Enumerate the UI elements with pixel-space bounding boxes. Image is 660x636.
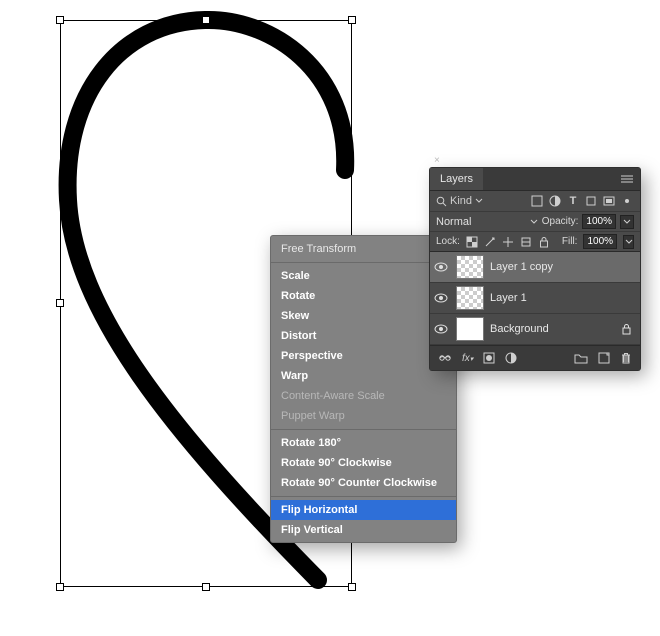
panel-menu-icon[interactable] (620, 174, 634, 184)
menu-item-content-aware-scale: Content-Aware Scale (271, 386, 456, 406)
layer-name[interactable]: Layer 1 (490, 292, 527, 304)
blend-row: Normal Opacity: 100% (430, 211, 640, 231)
menu-item-distort[interactable]: Distort (271, 326, 456, 346)
chevron-down-icon (530, 218, 538, 226)
adjustlayer-icon[interactable] (505, 352, 517, 364)
opacity-value[interactable]: 100% (582, 214, 616, 229)
fill-value[interactable]: 100% (583, 234, 617, 249)
lock-icon[interactable] (621, 323, 632, 335)
menu-item-puppet-warp: Puppet Warp (271, 406, 456, 426)
link-icon[interactable] (438, 352, 452, 364)
layer-row[interactable]: Layer 1 copy (430, 252, 640, 283)
menu-separator (271, 429, 456, 430)
chevron-down-icon (475, 197, 483, 205)
filter-kind-select[interactable]: Kind (436, 195, 526, 207)
menu-item-skew[interactable]: Skew (271, 306, 456, 326)
filter-row: Kind T (430, 191, 640, 211)
handle-s[interactable] (202, 583, 210, 591)
lock-transparent-icon[interactable] (466, 236, 478, 248)
handle-sw[interactable] (56, 583, 64, 591)
handle-nw[interactable] (56, 16, 64, 24)
panel-footer: fx▾ (430, 345, 640, 370)
filter-pixel-icon[interactable] (530, 194, 544, 208)
trash-icon[interactable] (620, 352, 632, 364)
filter-smart-icon[interactable] (602, 194, 616, 208)
handle-w[interactable] (56, 299, 64, 307)
menu-item-rotate-90-cw[interactable]: Rotate 90° Clockwise (271, 453, 456, 473)
lock-row: Lock: Fill: 100% (430, 231, 640, 251)
lock-all-icon[interactable] (538, 236, 550, 248)
menu-item-warp[interactable]: Warp (271, 366, 456, 386)
group-icon[interactable] (574, 352, 588, 364)
layer-name[interactable]: Layer 1 copy (490, 261, 553, 273)
fill-label: Fill: (562, 236, 578, 247)
panel-tabbar: Layers (430, 168, 640, 191)
context-menu-title: Free Transform (271, 238, 456, 259)
menu-item-perspective[interactable]: Perspective (271, 346, 456, 366)
filter-adjust-icon[interactable] (548, 194, 562, 208)
visibility-toggle[interactable] (434, 324, 450, 334)
layers-list: Layer 1 copy Layer 1 Background (430, 251, 640, 345)
blend-mode-value: Normal (436, 216, 471, 228)
filter-toggle[interactable] (620, 194, 634, 208)
layer-thumbnail[interactable] (456, 317, 484, 341)
layer-row[interactable]: Layer 1 (430, 283, 640, 314)
lock-artboard-icon[interactable] (520, 236, 532, 248)
newlayer-icon[interactable] (598, 352, 610, 364)
fx-icon[interactable]: fx▾ (462, 353, 473, 364)
opacity-dropdown[interactable] (620, 215, 634, 229)
mask-icon[interactable] (483, 352, 495, 364)
lock-position-icon[interactable] (502, 236, 514, 248)
visibility-toggle[interactable] (434, 262, 450, 272)
visibility-toggle[interactable] (434, 293, 450, 303)
menu-separator (271, 262, 456, 263)
context-menu: Free Transform Scale Rotate Skew Distort… (270, 235, 457, 543)
menu-item-rotate-180[interactable]: Rotate 180° (271, 433, 456, 453)
menu-item-rotate[interactable]: Rotate (271, 286, 456, 306)
filter-kind-label: Kind (450, 195, 472, 207)
opacity-label: Opacity: (542, 216, 579, 227)
lock-pixels-icon[interactable] (484, 236, 496, 248)
layer-thumbnail[interactable] (456, 255, 484, 279)
handle-n[interactable] (202, 16, 210, 24)
blend-mode-select[interactable]: Normal (436, 216, 538, 228)
fill-dropdown[interactable] (623, 235, 634, 249)
canvas[interactable]: Free Transform Scale Rotate Skew Distort… (0, 0, 660, 636)
layer-row[interactable]: Background (430, 314, 640, 345)
tab-layers[interactable]: Layers (430, 168, 483, 190)
menu-item-scale[interactable]: Scale (271, 266, 456, 286)
layers-panel: Layers Kind T Normal Opacity: 1 (430, 168, 640, 370)
menu-separator (271, 496, 456, 497)
menu-item-flip-horizontal[interactable]: Flip Horizontal (271, 500, 456, 520)
search-icon (436, 196, 447, 207)
handle-ne[interactable] (348, 16, 356, 24)
filter-type-icon[interactable]: T (566, 194, 580, 208)
handle-se[interactable] (348, 583, 356, 591)
menu-item-rotate-90-ccw[interactable]: Rotate 90° Counter Clockwise (271, 473, 456, 493)
layer-thumbnail[interactable] (456, 286, 484, 310)
lock-label: Lock: (436, 236, 460, 247)
layer-name[interactable]: Background (490, 323, 549, 335)
filter-shape-icon[interactable] (584, 194, 598, 208)
panel-collapse-icon[interactable]: × (434, 155, 440, 166)
menu-item-flip-vertical[interactable]: Flip Vertical (271, 520, 456, 540)
